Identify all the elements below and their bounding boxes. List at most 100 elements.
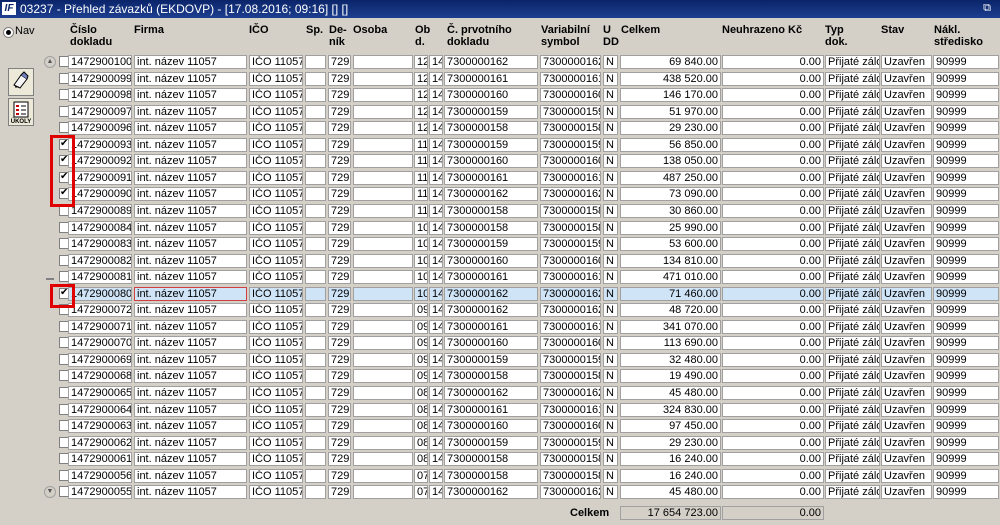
cell-osoba[interactable] bbox=[353, 468, 413, 483]
cell-celkem[interactable]: 29 230.00 bbox=[620, 435, 721, 450]
cell-cislo-dokladu[interactable]: 1472900055 bbox=[68, 485, 132, 500]
cell-prvotni-doklad[interactable]: 7300000160 bbox=[444, 154, 538, 169]
cell-sp[interactable] bbox=[305, 237, 326, 252]
cell-cislo-dokladu[interactable]: 1472900099 bbox=[68, 71, 132, 86]
cell-udd[interactable]: N bbox=[603, 170, 618, 185]
cell-udd[interactable]: N bbox=[603, 286, 618, 301]
cell-firma[interactable]: int. název 11057 bbox=[134, 286, 247, 301]
cell-osoba[interactable] bbox=[353, 253, 413, 268]
cell-obdobi[interactable]: 10 bbox=[414, 270, 428, 285]
cell-stredisko[interactable]: 90999 bbox=[933, 319, 999, 334]
cell-celkem[interactable]: 146 170.00 bbox=[620, 88, 721, 103]
cell-prvotni-doklad[interactable]: 7300000158 bbox=[444, 121, 538, 136]
col-neuhrazeno[interactable]: Neuhrazeno Kč bbox=[722, 24, 802, 36]
cell-stav[interactable]: Uzavřen bbox=[881, 253, 932, 268]
cell-obdobi[interactable]: 10 bbox=[414, 253, 428, 268]
cell-stredisko[interactable]: 90999 bbox=[933, 352, 999, 367]
cell-rok[interactable]: 14 bbox=[429, 270, 443, 285]
cell-obdobi[interactable]: 08 bbox=[414, 419, 428, 434]
cell-ico[interactable]: IČO 11057 bbox=[249, 220, 303, 235]
cell-ico[interactable]: IČO 11057 bbox=[249, 319, 303, 334]
cell-celkem[interactable]: 19 490.00 bbox=[620, 369, 721, 384]
cell-stav[interactable]: Uzavřen bbox=[881, 402, 932, 417]
cell-stav[interactable]: Uzavřen bbox=[881, 220, 932, 235]
cell-neuhrazeno[interactable]: 0.00 bbox=[722, 352, 824, 367]
cell-ico[interactable]: IČO 11057 bbox=[249, 386, 303, 400]
cell-obdobi[interactable]: 08 bbox=[414, 402, 428, 417]
cell-udd[interactable]: N bbox=[603, 55, 618, 69]
cell-rok[interactable]: 14 bbox=[429, 137, 443, 152]
cell-rok[interactable]: 14 bbox=[429, 485, 443, 500]
vertical-scrollbar[interactable]: ▲ ▼ bbox=[44, 56, 56, 498]
cell-celkem[interactable]: 113 690.00 bbox=[620, 336, 721, 351]
cell-udd[interactable]: N bbox=[603, 336, 618, 351]
cell-denik[interactable]: 729 bbox=[328, 402, 351, 417]
cell-variabilni-symbol[interactable]: 7300000161 bbox=[540, 402, 601, 417]
cell-firma[interactable]: int. název 11057 bbox=[134, 137, 247, 152]
cell-variabilni-symbol[interactable]: 7300000161 bbox=[540, 170, 601, 185]
cell-prvotni-doklad[interactable]: 7300000161 bbox=[444, 319, 538, 334]
cell-prvotni-doklad[interactable]: 7300000160 bbox=[444, 336, 538, 351]
cell-denik[interactable]: 729 bbox=[328, 336, 351, 351]
cell-sp[interactable] bbox=[305, 270, 326, 285]
cell-udd[interactable]: N bbox=[603, 303, 618, 318]
cell-cislo-dokladu[interactable]: 1472900090 bbox=[68, 187, 132, 202]
cell-obdobi[interactable]: 08 bbox=[414, 435, 428, 450]
cell-stav[interactable]: Uzavřen bbox=[881, 270, 932, 285]
cell-prvotni-doklad[interactable]: 7300000160 bbox=[444, 253, 538, 268]
cell-denik[interactable]: 729 bbox=[328, 104, 351, 119]
cell-stredisko[interactable]: 90999 bbox=[933, 170, 999, 185]
cell-obdobi[interactable]: 09 bbox=[414, 352, 428, 367]
cell-udd[interactable]: N bbox=[603, 485, 618, 500]
cell-cislo-dokladu[interactable]: 1472900091 bbox=[68, 170, 132, 185]
cell-prvotni-doklad[interactable]: 7300000162 bbox=[444, 303, 538, 318]
cell-prvotni-doklad[interactable]: 7300000158 bbox=[444, 452, 538, 467]
cell-osoba[interactable] bbox=[353, 121, 413, 136]
cell-osoba[interactable] bbox=[353, 237, 413, 252]
cell-celkem[interactable]: 56 850.00 bbox=[620, 137, 721, 152]
cell-variabilni-symbol[interactable]: 7300000158 bbox=[540, 203, 601, 218]
cell-stredisko[interactable]: 90999 bbox=[933, 270, 999, 285]
cell-celkem[interactable]: 73 090.00 bbox=[620, 187, 721, 202]
cell-neuhrazeno[interactable]: 0.00 bbox=[722, 88, 824, 103]
cell-firma[interactable]: int. název 11057 bbox=[134, 352, 247, 367]
cell-rok[interactable]: 14 bbox=[429, 170, 443, 185]
cell-typ-dokladu[interactable]: Přijaté záloh bbox=[825, 187, 880, 202]
cell-ico[interactable]: IČO 11057 bbox=[249, 286, 303, 301]
cell-variabilni-symbol[interactable]: 7300000162 bbox=[540, 286, 601, 301]
cell-stredisko[interactable]: 90999 bbox=[933, 154, 999, 169]
cell-neuhrazeno[interactable]: 0.00 bbox=[722, 419, 824, 434]
cell-udd[interactable]: N bbox=[603, 352, 618, 367]
cell-sp[interactable] bbox=[305, 88, 326, 103]
cell-variabilni-symbol[interactable]: 7300000158 bbox=[540, 121, 601, 136]
cell-stredisko[interactable]: 90999 bbox=[933, 203, 999, 218]
cell-celkem[interactable]: 16 240.00 bbox=[620, 452, 721, 467]
cell-sp[interactable] bbox=[305, 468, 326, 483]
cell-obdobi[interactable]: 11 bbox=[414, 154, 428, 169]
cell-osoba[interactable] bbox=[353, 55, 413, 69]
hand-pen-tool-button[interactable] bbox=[8, 68, 34, 96]
cell-osoba[interactable] bbox=[353, 336, 413, 351]
cell-denik[interactable]: 729 bbox=[328, 485, 351, 500]
cell-cislo-dokladu[interactable]: 1472900061 bbox=[68, 452, 132, 467]
cell-osoba[interactable] bbox=[353, 170, 413, 185]
cell-osoba[interactable] bbox=[353, 419, 413, 434]
cell-denik[interactable]: 729 bbox=[328, 270, 351, 285]
cell-prvotni-doklad[interactable]: 7300000161 bbox=[444, 270, 538, 285]
cell-denik[interactable]: 729 bbox=[328, 253, 351, 268]
cell-rok[interactable]: 14 bbox=[429, 88, 443, 103]
cell-ico[interactable]: IČO 11057 bbox=[249, 237, 303, 252]
cell-udd[interactable]: N bbox=[603, 104, 618, 119]
cell-prvotni-doklad[interactable]: 7300000159 bbox=[444, 104, 538, 119]
cell-neuhrazeno[interactable]: 0.00 bbox=[722, 336, 824, 351]
cell-typ-dokladu[interactable]: Přijaté záloh bbox=[825, 386, 880, 400]
cell-osoba[interactable] bbox=[353, 303, 413, 318]
col-firma[interactable]: Firma bbox=[134, 24, 164, 36]
table-row[interactable]: 1472900081int. název 11057IČO 11057 729 10… bbox=[44, 270, 1000, 286]
cell-stredisko[interactable]: 90999 bbox=[933, 419, 999, 434]
cell-firma[interactable]: int. název 11057 bbox=[134, 303, 247, 318]
cell-celkem[interactable]: 341 070.00 bbox=[620, 319, 721, 334]
table-row[interactable]: 1472900080int. název 11057IČO 11057 729 10… bbox=[44, 286, 1000, 303]
cell-ico[interactable]: IČO 11057 bbox=[249, 170, 303, 185]
cell-obdobi[interactable]: 07 bbox=[414, 485, 428, 500]
